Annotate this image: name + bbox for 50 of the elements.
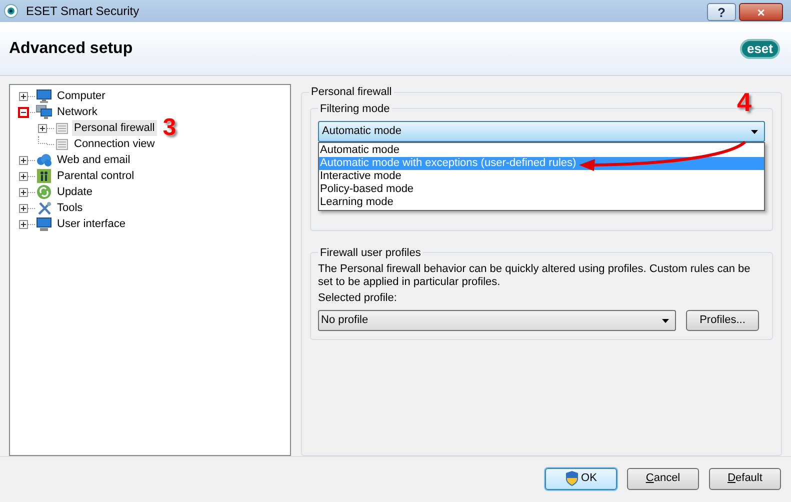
profile-dropdown[interactable]: No profile <box>318 310 676 331</box>
dropdown-option[interactable]: Learning mode <box>319 196 764 209</box>
shield-icon <box>565 471 580 486</box>
profiles-description: The Personal firewall behavior can be quickly altered using profiles. Custom rules can be set to be applied in particular profiles. <box>318 263 752 289</box>
monitors-icon <box>36 105 52 119</box>
expand-toggle[interactable] <box>19 204 28 212</box>
window-title: ESET Smart Security <box>26 3 140 20</box>
collapse-toggle[interactable] <box>19 108 28 116</box>
expand-toggle[interactable] <box>19 220 28 228</box>
tree-item[interactable]: Update <box>55 184 94 200</box>
dialog-button[interactable]: Default <box>709 468 781 490</box>
step-number: 3 <box>162 116 176 140</box>
family-icon <box>37 169 51 183</box>
page-icon <box>56 122 68 134</box>
page-icon <box>56 138 68 150</box>
expand-toggle[interactable] <box>38 124 47 132</box>
help-button[interactable]: ? <box>707 3 736 21</box>
tree-item[interactable]: Web and email <box>55 152 132 168</box>
expand-toggle[interactable] <box>19 172 28 180</box>
dropdown-option[interactable]: Interactive mode <box>319 170 764 183</box>
tools-icon <box>36 200 52 216</box>
group-title: Filtering mode <box>319 102 391 116</box>
dropdown-caret-icon <box>662 318 669 322</box>
group-title: Firewall user profiles <box>319 246 422 260</box>
monitor-icon <box>36 217 52 231</box>
ok-button[interactable]: OK <box>545 468 617 490</box>
mode-dropdown[interactable]: Automatic mode <box>318 121 765 142</box>
expand-toggle[interactable] <box>19 92 28 100</box>
cloud-icon <box>36 153 52 167</box>
dropdown-option[interactable]: Automatic mode <box>319 144 764 157</box>
field-label: Selected profile: <box>318 292 398 305</box>
step-number: 4 <box>737 89 752 115</box>
expand-toggle[interactable] <box>19 188 28 196</box>
tree-item[interactable]: Tools <box>55 200 85 216</box>
expand-toggle[interactable] <box>19 156 28 164</box>
logo: eset <box>740 38 780 58</box>
tree-item[interactable]: User interface <box>55 216 128 232</box>
tree-item[interactable]: Parental control <box>55 168 136 184</box>
page-title: Advanced setup <box>9 38 133 58</box>
dropdown-option[interactable]: Policy-based mode <box>319 183 764 196</box>
tree-item[interactable]: Connection view <box>72 136 157 152</box>
tree-item[interactable]: Network <box>55 104 100 120</box>
tree-item[interactable]: Computer <box>55 88 108 104</box>
refresh-icon <box>37 185 51 199</box>
group-title: Personal firewall <box>310 85 393 100</box>
profiles-button[interactable]: Profiles... <box>686 310 759 331</box>
tree-item[interactable]: Personal firewall <box>72 120 157 136</box>
dropdown-caret-icon <box>751 130 758 134</box>
eye-icon <box>4 4 18 18</box>
dialog-button[interactable]: Cancel <box>627 468 699 490</box>
